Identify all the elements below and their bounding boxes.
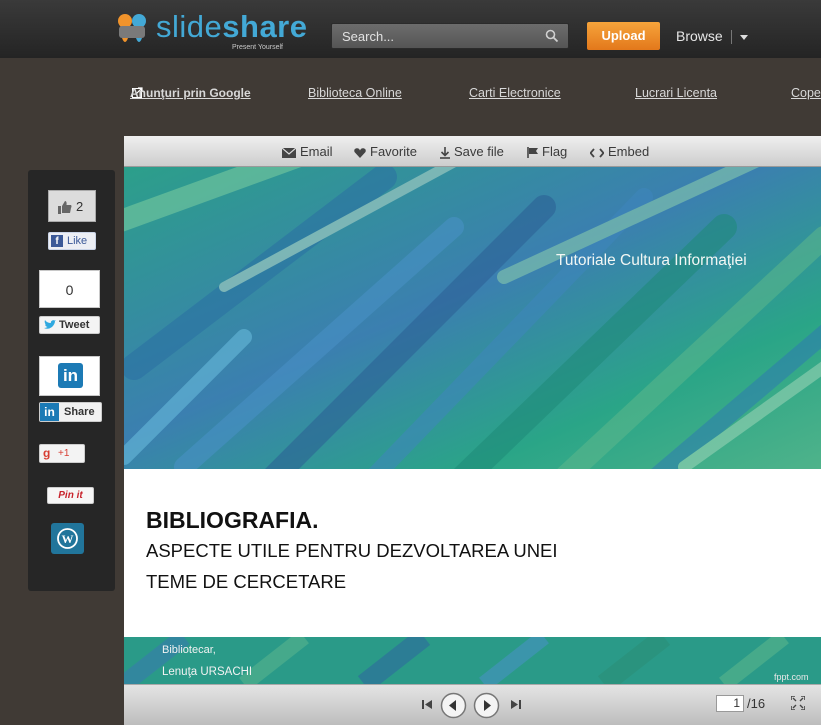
player-controls: 1 /16 (124, 684, 821, 725)
email-label: Email (300, 144, 333, 159)
browse-label: Browse (676, 28, 723, 44)
browse-menu[interactable]: Browse (676, 22, 748, 50)
slideshare-logo[interactable]: slideshare Present Yourself (114, 8, 314, 56)
download-icon (440, 146, 450, 159)
facebook-like-label: Like (67, 235, 88, 247)
wordpress-icon: W (57, 528, 78, 549)
logo-text-light: slide (156, 9, 223, 44)
linkedin-share-button[interactable]: in Share (39, 402, 102, 422)
ad-link-lucrari[interactable]: Lucrari Licenta (635, 86, 717, 100)
facebook-like-button[interactable]: f Like (48, 232, 96, 250)
google-plusone-button[interactable]: g +1 (39, 444, 85, 463)
ad-link-carti[interactable]: Carti Electronice (469, 86, 561, 100)
save-file-action[interactable]: Save file (440, 144, 504, 159)
slide-title-line-2: TEME DE CERCETARE (146, 571, 347, 592)
facebook-icon: f (51, 235, 63, 247)
slide-subtitle: Tutoriale Cultura Informaţiei (556, 252, 747, 269)
search-input[interactable] (332, 24, 537, 48)
favorite-label: Favorite (370, 144, 417, 159)
linkedin-small-icon: in (40, 403, 59, 421)
linkedin-share-label: Share (64, 406, 95, 418)
tweet-count-box: 0 (39, 270, 100, 308)
fullscreen-icon[interactable] (791, 696, 805, 710)
flag-label: Flag (542, 144, 568, 159)
logo-text-bold: share (222, 9, 308, 44)
viewer-toolbar: Email Favorite Save file Flag Embed (124, 136, 821, 167)
tweet-button[interactable]: Tweet (39, 316, 100, 334)
first-slide-icon[interactable] (422, 700, 432, 709)
search-icon[interactable] (545, 29, 559, 43)
linkedin-icon: in (58, 363, 83, 388)
like-count-box: 2 (48, 190, 96, 222)
plusone-label: +1 (58, 448, 70, 459)
twitter-bird-icon (44, 320, 56, 329)
embed-code-icon (590, 147, 604, 158)
slide-title: BIBLIOGRAFIA. (146, 507, 319, 533)
ads-row: Anunţuri prin Google Biblioteca Online C… (0, 86, 821, 106)
favorite-action[interactable]: Favorite (354, 144, 417, 159)
search-box (331, 23, 569, 49)
thumbs-up-icon (58, 201, 72, 214)
linkedin-count-box: in (39, 356, 100, 396)
heart-icon (354, 147, 366, 158)
svg-text:W: W (62, 532, 74, 546)
email-action[interactable]: Email (282, 144, 333, 159)
tweet-count: 0 (65, 282, 74, 298)
previous-slide-icon[interactable] (440, 692, 467, 719)
top-header: slideshare Present Yourself Upload Brows… (0, 0, 821, 58)
share-sidebar: 2 f Like 0 Tweet in in Share g +1 Pin it… (28, 170, 115, 591)
upload-button[interactable]: Upload (587, 22, 660, 50)
logo-wordmark: slideshare (156, 8, 308, 46)
next-slide-icon[interactable] (473, 692, 500, 719)
logo-tagline: Present Yourself (232, 44, 283, 51)
like-count: 2 (76, 199, 84, 214)
last-slide-icon[interactable] (511, 700, 521, 709)
slide-title-line-1: ASPECTE UTILE PENTRU DEZVOLTAREA UNEI (146, 540, 558, 561)
google-plus-icon: g (43, 446, 51, 460)
ad-link-cope[interactable]: Cope (791, 86, 821, 100)
slide-canvas[interactable]: Tutoriale Cultura Informaţiei BIBLIOGRAF… (124, 167, 821, 684)
slide-author-role: Bibliotecar, (162, 644, 216, 656)
slide-author-name: Lenuţa URSACHI (162, 666, 253, 678)
email-icon (282, 147, 296, 158)
embed-action[interactable]: Embed (590, 144, 649, 159)
embed-label: Embed (608, 144, 650, 159)
slideshare-logo-icon (118, 14, 146, 42)
flag-action[interactable]: Flag (527, 144, 567, 159)
save-file-label: Save file (454, 144, 504, 159)
browse-divider (730, 30, 732, 45)
slide-viewer: Email Favorite Save file Flag Embed Tuto… (124, 136, 821, 725)
google-ads-label[interactable]: Anunţuri prin Google (130, 86, 251, 100)
pinterest-pinit-button[interactable]: Pin it (47, 487, 94, 504)
page-number-input[interactable]: 1 (716, 695, 744, 712)
tweet-label: Tweet (59, 319, 90, 331)
page-total: /16 (747, 696, 766, 711)
ad-link-biblioteca[interactable]: Biblioteca Online (308, 86, 402, 100)
chevron-down-icon (739, 34, 748, 40)
google-ads-text: Anunţuri prin Google (130, 86, 251, 100)
slide-credit: fppt.com (774, 672, 809, 682)
slide-background-art (124, 167, 821, 469)
flag-icon (527, 147, 538, 159)
wordpress-button[interactable]: W (51, 523, 84, 554)
